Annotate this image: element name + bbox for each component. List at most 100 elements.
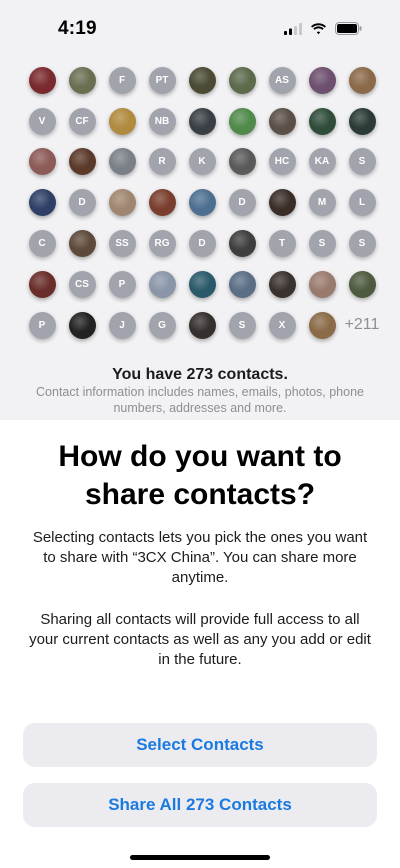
home-indicator [130,855,270,860]
contact-avatar-cell: S [342,223,382,264]
contact-initials-avatar: NB [148,107,176,135]
contact-photo-avatar [28,270,56,298]
contact-avatar-cell [182,101,222,142]
contact-avatar-cell: SS [102,223,142,264]
contact-photo-avatar [228,230,256,258]
contact-avatar-cell: PT [142,60,182,101]
contact-photo-avatar [188,107,216,135]
contact-avatar-cell: F [102,60,142,101]
contact-photo-avatar [28,148,56,176]
contact-photo-avatar [308,66,336,94]
contact-photo-avatar [148,189,176,217]
contact-avatar-cell: K [182,142,222,183]
contact-avatar-cell: P [22,305,62,346]
contact-avatar-cell: NB [142,101,182,142]
contact-initials-avatar: AS [268,66,296,94]
contact-avatar-cell: S [222,305,262,346]
contact-avatar-cell [302,305,342,346]
contact-photo-avatar [308,270,336,298]
contact-avatar-cell: RG [142,223,182,264]
contact-avatar-cell [222,223,262,264]
page-title: How do you want to share contacts? [58,440,342,511]
contact-initials-avatar: S [228,311,256,339]
contact-avatar-cell [302,264,342,305]
contact-avatar-cell: L [342,182,382,223]
status-icons [284,22,362,40]
more-contacts-count: +211 [344,316,380,334]
share-all-explanation: Sharing all contacts will provide full a… [29,611,371,668]
contact-avatar-cell [22,264,62,305]
contact-photo-avatar [68,148,96,176]
contact-photo-avatar [228,148,256,176]
contact-initials-avatar: S [308,230,336,258]
contact-avatar-cell [182,182,222,223]
contact-photo-avatar [188,311,216,339]
contact-initials-avatar: D [228,189,256,217]
contact-photo-avatar [268,270,296,298]
contact-avatar-cell: CS [62,264,102,305]
contact-photo-avatar [348,107,376,135]
contact-avatar-cell: M [302,182,342,223]
contact-photo-avatar [348,270,376,298]
contact-avatar-cell [22,142,62,183]
contact-avatar-cell [182,60,222,101]
contact-avatar-cell: +211 [342,305,382,346]
contact-photo-avatar [188,189,216,217]
contact-avatar-cell: J [102,305,142,346]
contact-initials-avatar: R [148,148,176,176]
contact-photo-avatar [68,66,96,94]
contact-initials-avatar: V [28,107,56,135]
contact-avatar-cell [222,142,262,183]
contact-photo-avatar [28,66,56,94]
contact-photo-avatar [108,148,136,176]
contact-initials-avatar: X [268,311,296,339]
contact-avatar-cell [302,60,342,101]
contact-avatar-cell: S [342,142,382,183]
contact-initials-avatar: T [268,230,296,258]
contact-avatar-cell: C [22,223,62,264]
contact-initials-avatar: F [108,66,136,94]
contact-photo-avatar [228,270,256,298]
contact-avatar-cell [342,60,382,101]
contact-photo-avatar [228,107,256,135]
contact-avatar-cell [222,60,262,101]
contact-initials-avatar: C [28,230,56,258]
contact-avatar-cell [262,101,302,142]
contact-avatar-cell [102,182,142,223]
contact-initials-avatar: PT [148,66,176,94]
battery-icon [335,22,362,40]
contact-photo-avatar [108,189,136,217]
contact-avatar-cell: G [142,305,182,346]
contact-avatar-cell: S [302,223,342,264]
contact-initials-avatar: KA [308,148,336,176]
contact-initials-avatar: CS [68,270,96,298]
cellular-signal-icon [284,22,302,40]
status-bar: 4:19 [0,0,400,56]
contacts-count-title: You have 273 contacts. [112,366,288,383]
contact-photo-avatar [308,107,336,135]
contact-avatar-cell [102,101,142,142]
contact-avatar-cell: V [22,101,62,142]
contact-avatar-cell [342,101,382,142]
contacts-info-text: Contact information includes names, emai… [36,385,364,415]
select-contacts-button[interactable]: Select Contacts [23,723,377,767]
contact-avatar-cell [22,60,62,101]
contact-avatar-cell [222,101,262,142]
status-time: 4:19 [58,18,97,39]
contact-photo-avatar [268,189,296,217]
contact-avatar-cell [302,101,342,142]
contact-initials-avatar: G [148,311,176,339]
contact-initials-avatar: CF [68,107,96,135]
contact-avatar-cell [262,264,302,305]
contact-photo-avatar [148,270,176,298]
contact-photo-avatar [68,230,96,258]
contact-initials-avatar: S [348,230,376,258]
share-all-contacts-button[interactable]: Share All 273 Contacts [23,783,377,827]
contact-avatar-cell: D [182,223,222,264]
contact-avatar-cell: P [102,264,142,305]
contact-avatar-cell: AS [262,60,302,101]
contact-initials-avatar: K [188,148,216,176]
contact-avatar-cell [62,142,102,183]
contact-avatar-cell [182,264,222,305]
contact-avatar-cell: X [262,305,302,346]
